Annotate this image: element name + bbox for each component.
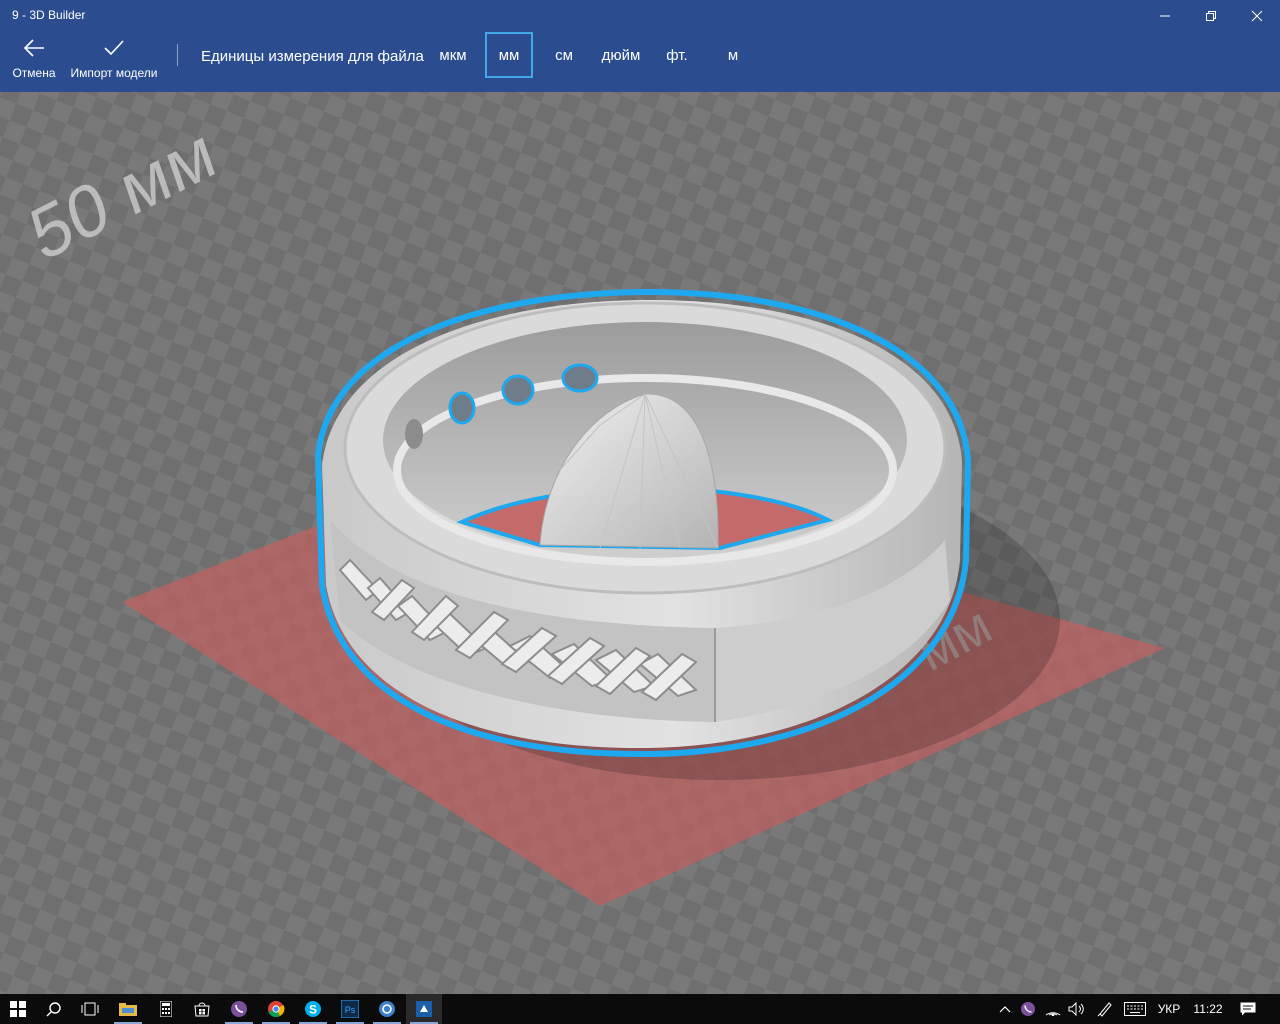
ring-model[interactable] (314, 288, 972, 758)
app-icon (379, 1001, 395, 1017)
tray-language[interactable]: УКР (1154, 994, 1184, 1024)
unit-option-inch[interactable]: дюйм (594, 32, 648, 78)
taskbar: S Ps УКР 11:22 (0, 994, 1280, 1024)
ring-hole (405, 419, 423, 449)
title-bar: 9 - 3D Builder (0, 0, 1280, 32)
tray-volume[interactable] (1066, 994, 1088, 1024)
import-model-button[interactable]: Импорт модели (68, 32, 160, 92)
scene-canvas[interactable]: 50 мм мм (0, 92, 1280, 994)
start-icon (10, 1001, 26, 1017)
volume-icon (1068, 1002, 1084, 1016)
close-icon (1251, 10, 1263, 22)
import-model-label: Импорт модели (70, 66, 158, 80)
photoshop-icon: Ps (341, 1000, 359, 1018)
minimize-icon (1160, 15, 1170, 17)
tray-viber[interactable] (1018, 994, 1038, 1024)
taskbar-store[interactable] (184, 994, 220, 1024)
window-title: 9 - 3D Builder (12, 8, 86, 22)
taskbar-viber[interactable] (221, 994, 257, 1024)
units-label: Единицы измерения для файла (201, 48, 424, 65)
tray-pen[interactable] (1094, 994, 1116, 1024)
ring-hole (561, 363, 599, 393)
tray-keyboard[interactable] (1122, 994, 1148, 1024)
taskbar-3d-builder[interactable] (406, 994, 442, 1024)
ring-hole (448, 391, 476, 425)
cancel-label: Отмена (12, 66, 56, 80)
search-icon (46, 1002, 61, 1017)
svg-text:Ps: Ps (345, 1005, 356, 1015)
wifi-icon (1045, 1012, 1061, 1016)
svg-text:S: S (309, 1003, 317, 1017)
action-center-icon (1240, 1002, 1256, 1016)
calculator-icon (160, 1001, 172, 1017)
command-bar: Отмена Импорт модели Единицы измерения д… (0, 32, 1280, 92)
chrome-icon (268, 1001, 285, 1018)
task-view-icon (81, 1002, 99, 1016)
3d-builder-icon (416, 1001, 432, 1017)
skype-icon: S (305, 1001, 321, 1017)
app-window: { "window": { "title": "9 - 3D Builder" … (0, 0, 1280, 1024)
3d-viewport[interactable]: 50 мм мм (0, 92, 1280, 994)
taskbar-search[interactable] (36, 994, 72, 1024)
tray-chevron[interactable] (996, 994, 1014, 1024)
keyboard-icon (1124, 1002, 1146, 1016)
viber-icon (231, 1001, 247, 1017)
unit-option-mm[interactable]: мм (485, 32, 533, 78)
unit-option-ft[interactable]: фт. (658, 32, 696, 78)
taskbar-photoshop[interactable]: Ps (332, 994, 368, 1024)
unit-option-m[interactable]: м (716, 32, 750, 78)
taskbar-app[interactable] (369, 994, 405, 1024)
restore-icon (1206, 11, 1216, 21)
command-separator (177, 44, 178, 66)
checkmark-icon (104, 40, 124, 56)
unit-option-cm[interactable]: см (544, 32, 584, 78)
store-icon (194, 1002, 210, 1017)
taskbar-start[interactable] (0, 994, 36, 1024)
pen-icon (1097, 1002, 1112, 1017)
taskbar-file-explorer[interactable] (110, 994, 146, 1024)
taskbar-task-view[interactable] (72, 994, 108, 1024)
file-explorer-icon (119, 1003, 137, 1016)
taskbar-skype[interactable]: S (295, 994, 331, 1024)
tray-network[interactable] (1042, 994, 1064, 1024)
taskbar-chrome[interactable] (258, 994, 294, 1024)
unit-option-mkm[interactable]: мкм (430, 32, 476, 78)
ring-hole (501, 374, 535, 406)
tray-notifications[interactable] (1236, 994, 1260, 1024)
chevron-up-icon (999, 1006, 1011, 1013)
close-button[interactable] (1234, 0, 1280, 32)
cancel-button[interactable]: Отмена (8, 32, 60, 92)
taskbar-calculator[interactable] (148, 994, 184, 1024)
minimize-button[interactable] (1142, 0, 1188, 32)
back-arrow-icon (23, 39, 44, 57)
restore-button[interactable] (1188, 0, 1234, 32)
viber-tray-icon (1021, 1002, 1035, 1016)
tray-clock[interactable]: 11:22 (1188, 994, 1228, 1024)
